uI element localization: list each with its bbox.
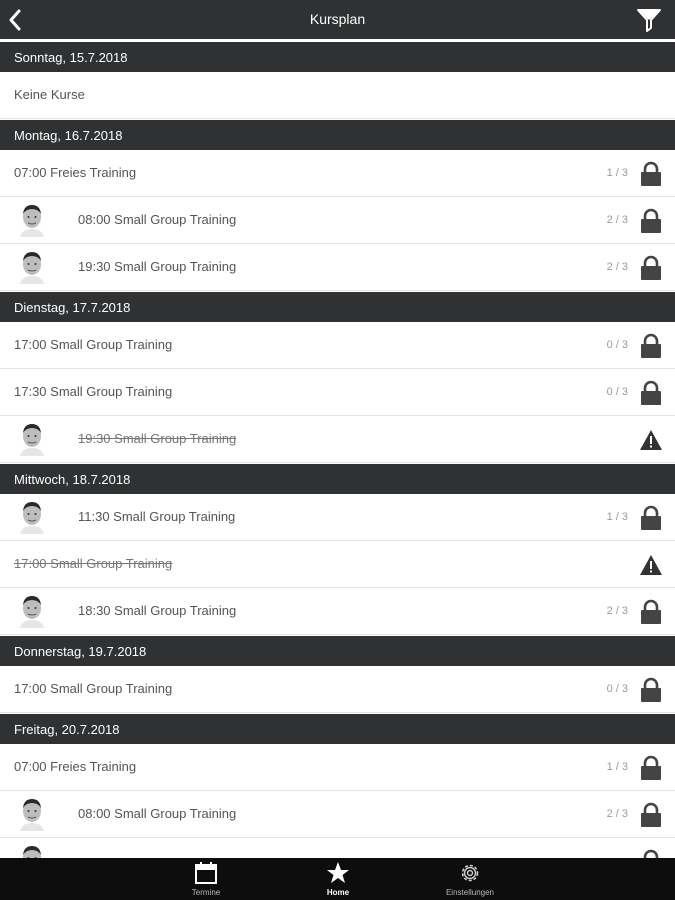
app-header: Kursplan <box>0 0 675 40</box>
course-row[interactable]: 17:00 Small Group Training <box>0 541 675 588</box>
course-row[interactable]: 18:30 Small Group Training 2 / 3 <box>0 588 675 635</box>
participant-count: 0 / 3 <box>606 386 628 398</box>
lock-icon <box>641 161 661 186</box>
participant-count: 2 / 3 <box>606 808 628 820</box>
course-label: 17:00 Small Group Training <box>14 337 173 352</box>
course-label: 08:00 Small Group Training <box>78 212 237 227</box>
page-title: Kursplan <box>309 11 366 27</box>
trainer-avatar <box>20 205 44 237</box>
course-row[interactable]: 11:30 Small Group Training 1 / 3 <box>0 494 675 541</box>
participant-count: 0 / 3 <box>606 683 628 695</box>
course-row[interactable] <box>0 838 675 858</box>
lock-icon <box>641 380 661 405</box>
course-label: 17:00 Small Group Training <box>14 556 173 571</box>
course-row[interactable]: 19:30 Small Group Training <box>0 416 675 463</box>
day-header: Montag, 16.7.2018 <box>0 119 675 150</box>
course-label: 08:00 Small Group Training <box>78 806 237 821</box>
bottom-tab-bar: Termine Home Einstellungen <box>0 858 675 900</box>
course-row[interactable]: 19:30 Small Group Training 2 / 3 <box>0 244 675 291</box>
lock-icon <box>641 599 661 624</box>
tab-label: Home <box>326 888 350 897</box>
course-label: 19:30 Small Group Training <box>78 431 237 446</box>
course-label: 18:30 Small Group Training <box>78 603 237 618</box>
course-list[interactable]: Sonntag, 15.7.2018 Keine Kurse Montag, 16.… <box>0 41 675 858</box>
tab-einstellungen[interactable]: Einstellungen <box>430 858 510 900</box>
participant-count: 1 / 3 <box>606 167 628 179</box>
participant-count: 0 / 3 <box>606 339 628 351</box>
participant-count: 2 / 3 <box>606 605 628 617</box>
lock-icon <box>641 255 661 280</box>
lock-icon <box>641 505 661 530</box>
course-label: 11:30 Small Group Training <box>78 509 236 524</box>
trainer-avatar <box>20 596 44 628</box>
course-row[interactable]: 17:00 Small Group Training 0 / 3 <box>0 322 675 369</box>
gear-icon <box>461 864 479 882</box>
course-label: 17:00 Small Group Training <box>14 681 173 696</box>
tab-termine[interactable]: Termine <box>166 858 246 900</box>
star-icon <box>327 862 349 883</box>
participant-count: 1 / 3 <box>606 761 628 773</box>
course-label: 07:00 Freies Training <box>14 759 137 774</box>
course-label: 19:30 Small Group Training <box>78 259 237 274</box>
participant-count: 2 / 3 <box>606 214 628 226</box>
participant-count: 1 / 3 <box>606 511 628 523</box>
course-label: 17:30 Small Group Training <box>14 384 173 399</box>
course-row[interactable]: 17:00 Small Group Training 0 / 3 <box>0 666 675 713</box>
day-header: Dienstag, 17.7.2018 <box>0 291 675 322</box>
course-row[interactable]: 08:00 Small Group Training 2 / 3 <box>0 197 675 244</box>
course-row[interactable]: 17:30 Small Group Training 0 / 3 <box>0 369 675 416</box>
participant-count: 2 / 3 <box>606 261 628 273</box>
filter-icon[interactable] <box>636 7 662 33</box>
warning-icon <box>640 430 662 450</box>
trainer-avatar <box>20 424 44 456</box>
warning-icon <box>640 555 662 575</box>
course-row[interactable]: 07:00 Freies Training 1 / 3 <box>0 150 675 197</box>
day-header: Freitag, 20.7.2018 <box>0 713 675 744</box>
trainer-avatar <box>20 252 44 284</box>
lock-icon <box>641 802 661 827</box>
day-header: Mittwoch, 18.7.2018 <box>0 463 675 494</box>
lock-icon <box>641 677 661 702</box>
tab-home[interactable]: Home <box>298 858 378 900</box>
course-label: 07:00 Freies Training <box>14 165 137 180</box>
day-header: Sonntag, 15.7.2018 <box>0 41 675 72</box>
lock-icon <box>641 755 661 780</box>
lock-icon <box>643 849 659 858</box>
lock-icon <box>641 208 661 233</box>
course-label: Keine Kurse <box>14 87 85 102</box>
lock-icon <box>641 333 661 358</box>
course-row[interactable]: 08:00 Small Group Training 2 / 3 <box>0 791 675 838</box>
tab-label: Termine <box>191 888 221 897</box>
trainer-avatar <box>20 502 44 534</box>
trainer-avatar <box>23 846 41 858</box>
day-header: Donnerstag, 19.7.2018 <box>0 635 675 666</box>
tab-label: Einstellungen <box>445 888 495 897</box>
course-row[interactable]: 07:00 Freies Training 1 / 3 <box>0 744 675 791</box>
calendar-icon <box>195 862 217 884</box>
trainer-avatar <box>20 799 44 831</box>
empty-day-row: Keine Kurse <box>0 72 675 119</box>
